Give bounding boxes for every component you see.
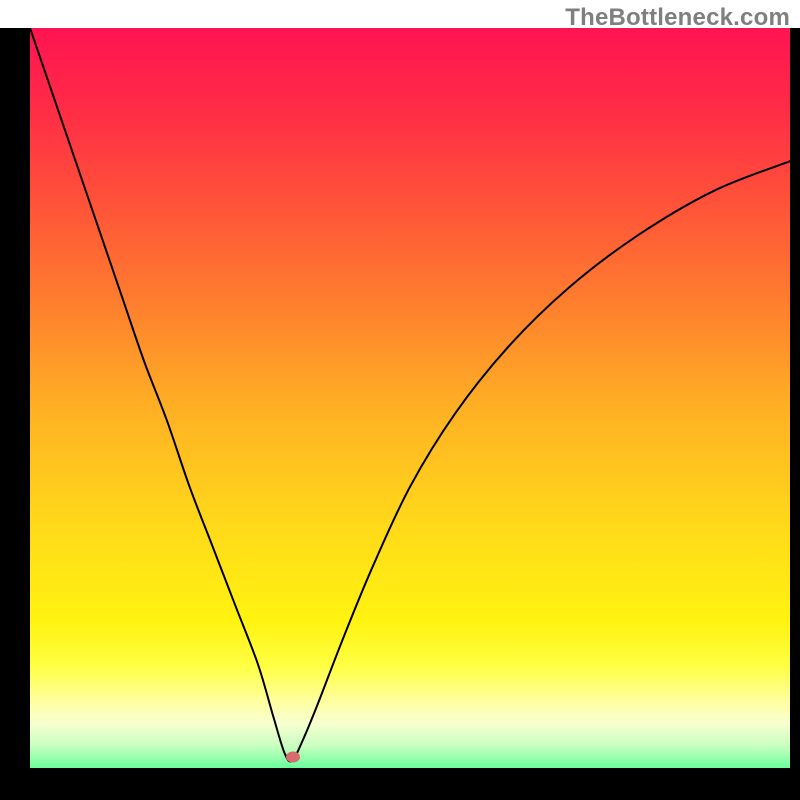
plot-area (30, 28, 790, 768)
watermark-text: TheBottleneck.com (565, 4, 790, 32)
optimal-point-marker (286, 751, 300, 762)
bottleneck-curve (30, 28, 790, 768)
chart-frame (0, 28, 800, 800)
